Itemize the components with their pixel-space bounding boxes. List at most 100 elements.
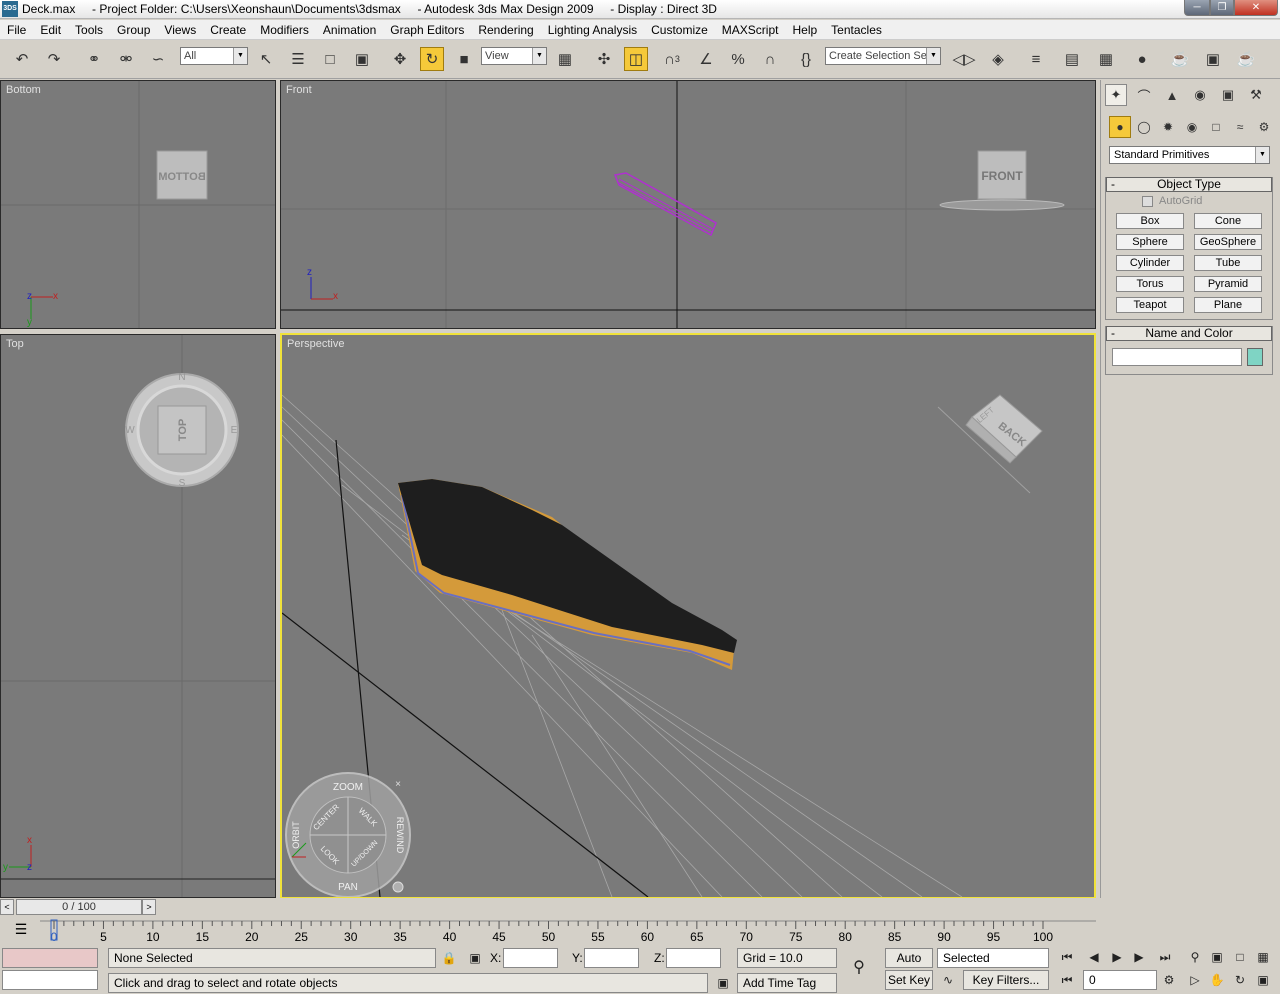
menu-graph-editors[interactable]: Graph Editors: [383, 23, 471, 37]
zoom-extents-all-icon[interactable]: ▦: [1252, 947, 1274, 967]
next-frame-icon[interactable]: ▶: [1128, 947, 1150, 967]
menu-file[interactable]: File: [0, 23, 33, 37]
wheel-pan[interactable]: PAN: [338, 882, 358, 893]
window-crossing-icon[interactable]: ▣: [350, 47, 374, 71]
close-icon[interactable]: ×: [395, 779, 401, 790]
menu-tools[interactable]: Tools: [68, 23, 110, 37]
z-coordinate-input[interactable]: [666, 948, 721, 968]
wheel-zoom[interactable]: ZOOM: [333, 782, 363, 793]
pan-view-icon[interactable]: ✋: [1206, 970, 1228, 990]
menu-group[interactable]: Group: [110, 23, 157, 37]
layer-manager-icon[interactable]: ≡: [1024, 47, 1048, 71]
steering-wheel[interactable]: ZOOM PAN ORBIT REWIND CENTER WALK LOOK U…: [285, 772, 411, 897]
x-coordinate-input[interactable]: [503, 948, 558, 968]
percent-snap-icon[interactable]: %: [726, 47, 750, 71]
sphere-button[interactable]: Sphere: [1116, 234, 1184, 250]
time-tag-icon[interactable]: ▣: [712, 973, 734, 993]
undo-icon[interactable]: ↶: [10, 47, 34, 71]
key-filters-button[interactable]: Key Filters...: [963, 970, 1049, 990]
maximize-button[interactable]: ❐: [1210, 0, 1234, 16]
zoom-extents-icon[interactable]: □: [1229, 947, 1251, 967]
cameras-icon[interactable]: ◉: [1181, 116, 1203, 138]
menu-maxscript[interactable]: MAXScript: [715, 23, 786, 37]
viewcube-perspective[interactable]: BACK LEFT: [937, 394, 1043, 494]
play-icon[interactable]: ▶: [1106, 947, 1128, 967]
autogrid-checkbox[interactable]: AutoGrid: [1142, 195, 1272, 207]
name-and-color-header[interactable]: - Name and Color: [1106, 326, 1272, 341]
pyramid-button[interactable]: Pyramid: [1194, 276, 1262, 292]
rendered-frame-window-icon[interactable]: ▣: [1201, 47, 1225, 71]
edit-named-selection-icon[interactable]: {}: [794, 47, 818, 71]
menu-rendering[interactable]: Rendering: [471, 23, 540, 37]
select-by-name-icon[interactable]: ☰: [286, 47, 310, 71]
material-editor-icon[interactable]: ●: [1130, 47, 1154, 71]
viewport-top[interactable]: Top TOP N S E W x y z: [0, 334, 276, 898]
shapes-icon[interactable]: ◯: [1133, 116, 1155, 138]
select-and-rotate-icon[interactable]: ↻: [420, 47, 444, 71]
y-coordinate-input[interactable]: [584, 948, 639, 968]
zoom-icon[interactable]: ⚲: [1184, 947, 1206, 967]
add-time-tag-button[interactable]: Add Time Tag: [737, 973, 837, 993]
tube-button[interactable]: Tube: [1194, 255, 1262, 271]
mirror-icon[interactable]: ◁▷: [952, 47, 976, 71]
lock-icon[interactable]: 🔒: [438, 948, 460, 968]
helpers-icon[interactable]: □: [1205, 116, 1227, 138]
track-bar[interactable]: ☰ 0 5 10 15 20 25 30 35 40 45 50 55 60 65 70 75 80 85 90 95…: [0, 917, 1100, 945]
maximize-viewport-icon[interactable]: ▣: [1252, 970, 1274, 990]
hierarchy-tab-icon[interactable]: ▲: [1161, 84, 1183, 106]
unlink-icon[interactable]: ⚮: [114, 47, 138, 71]
go-to-start-icon[interactable]: ⏮: [1056, 947, 1078, 967]
menu-customize[interactable]: Customize: [644, 23, 715, 37]
create-tab-icon[interactable]: ✦: [1105, 84, 1127, 106]
menu-help[interactable]: Help: [785, 23, 824, 37]
teapot-button[interactable]: Teapot: [1116, 297, 1184, 313]
key-mode-toggle-icon[interactable]: ⏮: [1056, 970, 1078, 990]
menu-animation[interactable]: Animation: [316, 23, 383, 37]
reference-coordinate-dropdown[interactable]: View ▼: [481, 47, 547, 65]
space-warps-icon[interactable]: ≈: [1229, 116, 1251, 138]
skateboard-deck-model[interactable]: [398, 479, 737, 670]
schematic-view-icon[interactable]: ▦: [1094, 47, 1118, 71]
default-tangent-icon[interactable]: ∿: [937, 970, 959, 990]
align-icon[interactable]: ◈: [986, 47, 1010, 71]
select-and-move-icon[interactable]: ✥: [388, 47, 412, 71]
object-color-swatch[interactable]: [1247, 348, 1263, 366]
menu-views[interactable]: Views: [157, 23, 203, 37]
motion-tab-icon[interactable]: ◉: [1189, 84, 1211, 106]
wheel-menu-icon[interactable]: [392, 881, 404, 893]
plane-button[interactable]: Plane: [1194, 297, 1262, 313]
wheel-orbit[interactable]: ORBIT: [291, 821, 301, 849]
select-and-link-icon[interactable]: ⚭: [82, 47, 106, 71]
select-object-icon[interactable]: ↖: [254, 47, 278, 71]
cone-button[interactable]: Cone: [1194, 213, 1262, 229]
spinner-snap-icon[interactable]: ∩: [758, 47, 782, 71]
current-frame-input[interactable]: 0: [1083, 970, 1157, 990]
time-slider-prev-icon[interactable]: <: [0, 899, 14, 915]
viewport-bottom[interactable]: Bottom BOTTOM z x y: [0, 80, 276, 329]
go-to-end-icon[interactable]: ⏭: [1154, 947, 1176, 967]
lights-icon[interactable]: ✹: [1157, 116, 1179, 138]
curve-editor-icon[interactable]: ▤: [1060, 47, 1084, 71]
box-button[interactable]: Box: [1116, 213, 1184, 229]
previous-frame-icon[interactable]: ◀: [1083, 947, 1105, 967]
set-key-button[interactable]: Set Key: [885, 970, 933, 990]
redo-icon[interactable]: ↷: [42, 47, 66, 71]
category-dropdown[interactable]: Standard Primitives ▼: [1109, 146, 1270, 164]
auto-key-button[interactable]: Auto Key: [885, 948, 933, 983]
torus-button[interactable]: Torus: [1116, 276, 1184, 292]
time-slider-next-icon[interactable]: >: [142, 899, 156, 915]
deck-wireframe[interactable]: [613, 172, 717, 237]
set-key-mode-icon[interactable]: ⚲: [848, 958, 870, 978]
time-slider[interactable]: 0 / 100: [16, 899, 142, 915]
utilities-tab-icon[interactable]: ⚒: [1245, 84, 1267, 106]
render-production-icon[interactable]: ☕: [1234, 47, 1258, 71]
viewcube-compass[interactable]: TOP N S E W: [125, 372, 239, 489]
angle-snap-icon[interactable]: ∠: [694, 47, 718, 71]
select-and-scale-icon[interactable]: ■: [452, 47, 476, 71]
zoom-all-icon[interactable]: ▣: [1206, 947, 1228, 967]
keyboard-shortcut-override-icon[interactable]: ◫: [624, 47, 648, 71]
render-setup-icon[interactable]: ☕: [1168, 47, 1192, 71]
select-and-manipulate-icon[interactable]: ✣: [592, 47, 616, 71]
absolute-offset-icon[interactable]: ▣: [464, 948, 486, 968]
menu-create[interactable]: Create: [203, 23, 253, 37]
